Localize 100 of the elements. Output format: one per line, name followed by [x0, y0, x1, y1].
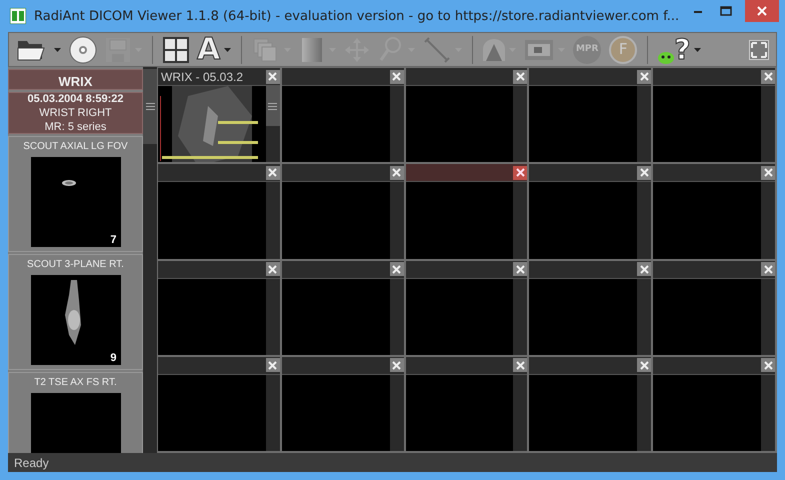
series-title: T2 TSE AX FS RT.	[34, 377, 117, 388]
viewport[interactable]	[282, 356, 404, 451]
viewport[interactable]	[406, 68, 528, 162]
close-icon	[756, 6, 767, 16]
scrollbar[interactable]	[390, 278, 404, 355]
series-item[interactable]: SCOUT 3-PLANE RT. 9	[8, 254, 143, 370]
scrollbar[interactable]	[513, 182, 528, 258]
scrollbar[interactable]	[513, 278, 528, 355]
close-button[interactable]	[637, 166, 652, 180]
close-button[interactable]	[761, 358, 775, 372]
viewport[interactable]	[158, 356, 280, 451]
window-title: RadiAnt DICOM Viewer 1.1.8 (64-bit) - evaluation version - go to https://store.radiantviewer.com f...	[34, 8, 680, 24]
close-button[interactable]	[390, 262, 404, 276]
status-text: Ready	[14, 456, 49, 470]
close-button[interactable]	[761, 166, 775, 180]
close-icon	[268, 168, 278, 178]
study-summary: MR: 5 series	[44, 121, 106, 133]
disc-icon	[69, 36, 97, 64]
close-button[interactable]	[637, 358, 652, 372]
scrollbar[interactable]	[390, 86, 404, 162]
series-title: SCOUT 3-PLANE RT.	[27, 259, 124, 270]
scrollbar[interactable]	[637, 374, 652, 451]
grid-layout-icon	[163, 36, 189, 62]
close-icon	[640, 168, 649, 178]
viewport[interactable]: WRIX - 05.03.2	[158, 68, 280, 162]
close-button[interactable]	[266, 358, 280, 372]
close-icon	[392, 168, 402, 178]
series-item[interactable]: SCOUT AXIAL LG FOV 7	[8, 136, 143, 252]
close-icon	[764, 72, 772, 81]
scrollbar[interactable]	[390, 374, 404, 451]
close-icon	[268, 72, 278, 81]
scrollbar[interactable]	[637, 182, 652, 258]
viewport[interactable]	[529, 356, 652, 451]
series-title: SCOUT AXIAL LG FOV	[23, 141, 128, 152]
viewport[interactable]	[529, 164, 652, 258]
viewport[interactable]	[653, 68, 775, 162]
scrollbar[interactable]	[266, 374, 280, 451]
scrollbar[interactable]	[513, 374, 528, 451]
maximize-icon	[720, 6, 732, 16]
fullscreen-icon	[749, 40, 769, 60]
close-button[interactable]	[266, 70, 280, 84]
viewport[interactable]	[406, 164, 528, 258]
viewport-title: WRIX - 05.03.2	[160, 70, 244, 84]
study-date: 05.03.2004 8:59:22	[27, 93, 124, 105]
close-icon	[268, 360, 278, 370]
volume-render-icon	[483, 38, 506, 60]
close-icon	[640, 72, 649, 81]
series-item[interactable]: T2 TSE AX FS RT.	[8, 372, 143, 453]
close-icon	[392, 72, 402, 81]
scrollbar[interactable]	[266, 86, 280, 162]
viewport[interactable]	[653, 356, 775, 451]
viewport[interactable]	[529, 260, 652, 355]
viewport[interactable]	[158, 260, 280, 355]
scrollbar[interactable]	[761, 182, 775, 258]
viewport[interactable]	[406, 356, 528, 451]
viewport[interactable]	[282, 260, 404, 355]
viewport[interactable]	[529, 68, 652, 162]
viewport[interactable]	[282, 164, 404, 258]
close-icon	[516, 168, 525, 178]
close-button[interactable]	[513, 166, 528, 180]
close-button[interactable]	[761, 70, 775, 84]
app-logo-icon	[10, 8, 26, 24]
close-icon	[516, 264, 525, 274]
viewport[interactable]	[406, 260, 528, 355]
scrollbar[interactable]	[513, 86, 528, 162]
close-icon	[764, 360, 772, 370]
close-button[interactable]	[266, 262, 280, 276]
close-button[interactable]	[513, 70, 528, 84]
viewport[interactable]	[282, 68, 404, 162]
scrollbar[interactable]	[143, 67, 157, 453]
close-icon	[268, 264, 278, 274]
scrollbar[interactable]	[761, 374, 775, 451]
viewport[interactable]	[653, 260, 775, 355]
scrollbar[interactable]	[761, 278, 775, 355]
scrollbar[interactable]	[637, 278, 652, 355]
close-icon	[640, 360, 649, 370]
close-button[interactable]	[390, 166, 404, 180]
close-button[interactable]	[390, 70, 404, 84]
scrollbar[interactable]	[266, 278, 280, 355]
study-name: WRIX	[58, 74, 92, 89]
scrollbar-thumb[interactable]	[266, 86, 280, 126]
study-name-card[interactable]: WRIX	[8, 69, 143, 90]
close-button[interactable]	[637, 70, 652, 84]
close-icon	[392, 264, 402, 274]
film-camera-icon	[524, 38, 554, 60]
bug-icon	[658, 50, 674, 64]
scrollbar[interactable]	[390, 182, 404, 258]
scrollbar[interactable]	[637, 86, 652, 162]
study-description: WRIST RIGHT	[39, 107, 112, 119]
close-button[interactable]	[390, 358, 404, 372]
close-icon	[516, 72, 525, 81]
close-icon	[392, 360, 402, 370]
close-icon	[764, 168, 772, 178]
scrollbar[interactable]	[761, 86, 775, 162]
close-icon	[764, 264, 772, 274]
close-icon	[640, 264, 649, 274]
scrollbar[interactable]	[266, 182, 280, 258]
study-info-card[interactable]: 05.03.2004 8:59:22 WRIST RIGHT MR: 5 series	[8, 92, 143, 134]
close-button[interactable]	[513, 358, 528, 372]
close-button[interactable]	[266, 166, 280, 180]
